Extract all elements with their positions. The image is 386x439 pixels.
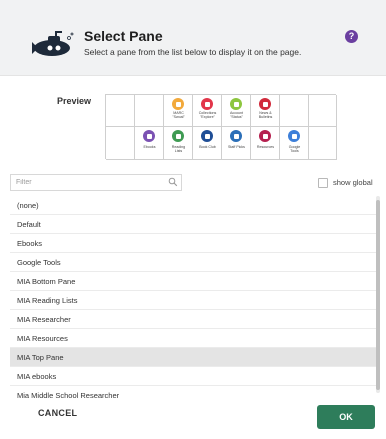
list-item[interactable]: Default — [10, 215, 376, 234]
dialog-header: Select Pane Select a pane from the list … — [0, 0, 386, 76]
preview-label: Preview — [57, 96, 92, 106]
preview-tile-google-tools[interactable]: Google Tools — [280, 127, 309, 160]
preview-tile-account[interactable]: Account "Status" — [222, 95, 251, 127]
dialog-subtitle: Select a pane from the list below to dis… — [84, 47, 302, 57]
list-item[interactable]: (none) — [10, 196, 376, 215]
list-item[interactable]: MIA Reading Lists — [10, 291, 376, 310]
preview-cell-empty — [309, 95, 337, 127]
list-item[interactable]: MIA Top Pane — [10, 348, 376, 367]
ebook-icon — [143, 130, 155, 142]
staff-picks-icon — [230, 130, 242, 142]
tile-caption: News & Bulletins — [258, 111, 273, 120]
preview-cell-empty — [135, 95, 164, 127]
book-club-icon — [201, 130, 213, 142]
show-global-toggle[interactable]: show global — [318, 177, 373, 188]
list-item[interactable]: MIA Resources — [10, 329, 376, 348]
preview-tile-staff-picks[interactable]: Staff Picks — [222, 127, 251, 160]
preview-grid: MARC "Swoal" Collections "Explore" Accou… — [105, 94, 337, 160]
list-item[interactable]: MIA ebooks — [10, 367, 376, 386]
preview-cell-empty — [309, 127, 337, 160]
preview-tile-book-club[interactable]: Book Club — [193, 127, 222, 160]
dialog-title: Select Pane — [84, 28, 163, 44]
preview-tile-marc[interactable]: MARC "Swoal" — [164, 95, 193, 127]
account-icon — [230, 98, 242, 110]
resources-icon — [259, 130, 271, 142]
list-item[interactable]: Google Tools — [10, 253, 376, 272]
preview-tile-ebooks[interactable]: Ebooks — [135, 127, 164, 160]
filter-input[interactable] — [10, 174, 182, 191]
tile-caption: Google Tools — [288, 145, 301, 154]
scrollbar-thumb[interactable] — [376, 200, 380, 390]
list-item[interactable]: Mia Middle School Researcher — [10, 386, 376, 399]
news-icon — [259, 98, 271, 110]
show-global-checkbox[interactable] — [318, 177, 328, 188]
list-item[interactable]: MIA Bottom Pane — [10, 272, 376, 291]
collections-icon — [201, 98, 213, 110]
list-item[interactable]: MIA Researcher — [10, 310, 376, 329]
preview-tile-collections[interactable]: Collections "Explore" — [193, 95, 222, 127]
google-tools-icon — [288, 130, 300, 142]
preview-cell-empty — [280, 95, 309, 127]
list-item[interactable]: Ebooks — [10, 234, 376, 253]
preview-tile-resources[interactable]: Resources — [251, 127, 280, 160]
preview-tile-news[interactable]: News & Bulletins — [251, 95, 280, 127]
list-scrollbar[interactable] — [376, 196, 380, 393]
help-icon[interactable]: ? — [345, 30, 358, 43]
preview-tile-reading-lists[interactable]: Reading Lists — [164, 127, 193, 160]
magnify-icon — [172, 98, 184, 110]
cancel-button[interactable]: CANCEL — [38, 408, 77, 418]
ok-button[interactable]: OK — [317, 405, 375, 429]
search-icon — [168, 177, 178, 187]
reading-list-icon — [172, 130, 184, 142]
preview-cell-empty — [106, 95, 135, 127]
submarine-logo-icon — [32, 31, 74, 56]
show-global-label: show global — [333, 178, 373, 187]
preview-cell-empty — [106, 127, 135, 160]
pane-list: (none) Default Ebooks Google Tools MIA B… — [10, 196, 376, 399]
